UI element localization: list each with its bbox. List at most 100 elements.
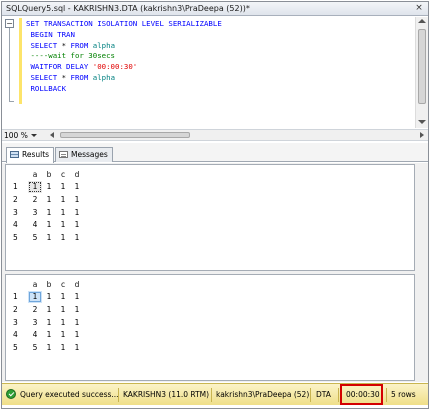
- grid-cell[interactable]: 1: [70, 193, 84, 206]
- scroll-left-icon[interactable]: [50, 132, 54, 138]
- grid-cell[interactable]: 2: [28, 303, 42, 316]
- grid-cell[interactable]: 1: [70, 303, 84, 316]
- grid-cell[interactable]: 1: [56, 316, 70, 329]
- grid-cell[interactable]: 1: [42, 303, 56, 316]
- grid-cell[interactable]: 1: [28, 290, 42, 304]
- grid-cell[interactable]: 1: [70, 316, 84, 329]
- hscroll-thumb[interactable]: [60, 132, 190, 138]
- table-row[interactable]: 22111: [9, 303, 84, 316]
- scroll-down-icon[interactable]: [418, 120, 426, 124]
- chevron-down-icon[interactable]: [31, 134, 37, 137]
- table-row[interactable]: 33111: [9, 316, 84, 329]
- grid-cell[interactable]: 4: [28, 328, 42, 341]
- grid-cell[interactable]: 3: [28, 316, 42, 329]
- grid-cell[interactable]: 1: [70, 218, 84, 231]
- scroll-right-icon[interactable]: [420, 132, 424, 138]
- grid-cell[interactable]: 1: [42, 206, 56, 219]
- column-header-c[interactable]: c: [56, 278, 70, 291]
- grid-cell[interactable]: 1: [56, 291, 70, 304]
- code-line[interactable]: SELECT * FROM alpha: [26, 41, 222, 52]
- grid-cell[interactable]: 1: [42, 231, 56, 244]
- table-row[interactable]: 33111: [9, 206, 84, 219]
- status-divider: [118, 388, 119, 402]
- grid-cell[interactable]: 1: [56, 206, 70, 219]
- grid-cell[interactable]: 1: [42, 341, 56, 354]
- code-line[interactable]: SELECT * FROM alpha: [26, 73, 222, 84]
- grid-cell[interactable]: 3: [28, 206, 42, 219]
- grid-cell[interactable]: 1: [70, 181, 84, 194]
- code-line[interactable]: WAITFOR DELAY '00:00:30': [26, 62, 222, 73]
- row-number[interactable]: 2: [9, 303, 28, 316]
- table-row[interactable]: 22111: [9, 193, 84, 206]
- code-line[interactable]: ROLLBACK: [26, 84, 222, 95]
- code-token: FROM: [70, 40, 93, 50]
- code-line[interactable]: ----wait for 30secs: [26, 51, 222, 62]
- row-number[interactable]: 3: [9, 316, 28, 329]
- result-grid-2[interactable]: abcd1111122111331114411155111: [5, 274, 415, 381]
- grid-corner[interactable]: [9, 278, 28, 291]
- code-text[interactable]: SET TRANSACTION ISOLATION LEVEL SERIALIZ…: [26, 19, 222, 95]
- column-header-d[interactable]: d: [70, 278, 84, 291]
- grid-cell[interactable]: 1: [42, 291, 56, 304]
- table-row[interactable]: 11111: [9, 180, 84, 194]
- grid-cell[interactable]: 1: [56, 341, 70, 354]
- grid-cell[interactable]: 1: [56, 181, 70, 194]
- editor-horizontal-scrollbar[interactable]: [50, 131, 426, 140]
- query-editor[interactable]: − SET TRANSACTION ISOLATION LEVEL SERIAL…: [2, 17, 428, 128]
- grid-cell[interactable]: 1: [42, 193, 56, 206]
- editor-vertical-scrollbar[interactable]: [415, 17, 428, 128]
- column-header-b[interactable]: b: [42, 278, 56, 291]
- grid-cell[interactable]: 1: [56, 231, 70, 244]
- tab-results[interactable]: Results: [6, 147, 55, 163]
- column-header-c[interactable]: c: [56, 168, 70, 181]
- table-row[interactable]: 44111: [9, 218, 84, 231]
- grid-cell[interactable]: 1: [56, 193, 70, 206]
- grid-cell[interactable]: 1: [56, 218, 70, 231]
- grid-corner[interactable]: [9, 168, 28, 181]
- result-table-2[interactable]: abcd1111122111331114411155111: [9, 278, 84, 354]
- grid-cell[interactable]: 5: [28, 231, 42, 244]
- row-number[interactable]: 5: [9, 341, 28, 354]
- grid-cell[interactable]: 1: [70, 231, 84, 244]
- grid-cell[interactable]: 1: [56, 328, 70, 341]
- code-line[interactable]: SET TRANSACTION ISOLATION LEVEL SERIALIZ…: [26, 19, 222, 30]
- grid-cell[interactable]: 1: [42, 316, 56, 329]
- table-row[interactable]: 44111: [9, 328, 84, 341]
- scroll-thumb[interactable]: [418, 29, 426, 104]
- grid-cell[interactable]: 1: [28, 180, 42, 194]
- table-row[interactable]: 11111: [9, 290, 84, 304]
- result-table-1[interactable]: abcd1111122111331114411155111: [9, 168, 84, 244]
- grid-cell[interactable]: 1: [42, 328, 56, 341]
- column-header-b[interactable]: b: [42, 168, 56, 181]
- row-number[interactable]: 3: [9, 206, 28, 219]
- grid-cell[interactable]: 1: [56, 303, 70, 316]
- grid-cell[interactable]: 4: [28, 218, 42, 231]
- row-number[interactable]: 4: [9, 218, 28, 231]
- grid-cell[interactable]: 1: [42, 218, 56, 231]
- grid-cell[interactable]: 1: [70, 341, 84, 354]
- grid-cell[interactable]: 1: [42, 181, 56, 194]
- row-number[interactable]: 2: [9, 193, 28, 206]
- scroll-up-icon[interactable]: [418, 19, 426, 23]
- code-line[interactable]: BEGIN TRAN: [26, 30, 222, 41]
- grid-cell[interactable]: 1: [70, 291, 84, 304]
- result-grid-1[interactable]: abcd1111122111331114411155111: [5, 164, 415, 271]
- column-header-a[interactable]: a: [28, 168, 42, 181]
- grid-cell[interactable]: 1: [70, 328, 84, 341]
- grid-cell[interactable]: 1: [70, 206, 84, 219]
- table-row[interactable]: 55111: [9, 231, 84, 244]
- zoom-select[interactable]: 100 %: [4, 131, 46, 140]
- column-header-d[interactable]: d: [70, 168, 84, 181]
- tab-messages[interactable]: Messages: [55, 147, 113, 162]
- row-number[interactable]: 1: [9, 181, 28, 194]
- table-row[interactable]: 55111: [9, 341, 84, 354]
- grid-cell[interactable]: 5: [28, 341, 42, 354]
- row-number[interactable]: 1: [9, 291, 28, 304]
- grid-cell[interactable]: 2: [28, 193, 42, 206]
- row-number[interactable]: 5: [9, 231, 28, 244]
- collapse-region-icon[interactable]: −: [5, 19, 14, 28]
- column-header-a[interactable]: a: [28, 278, 42, 291]
- row-number[interactable]: 4: [9, 328, 28, 341]
- grid-header-row: abcd: [9, 168, 84, 181]
- close-icon[interactable]: ×: [414, 4, 424, 14]
